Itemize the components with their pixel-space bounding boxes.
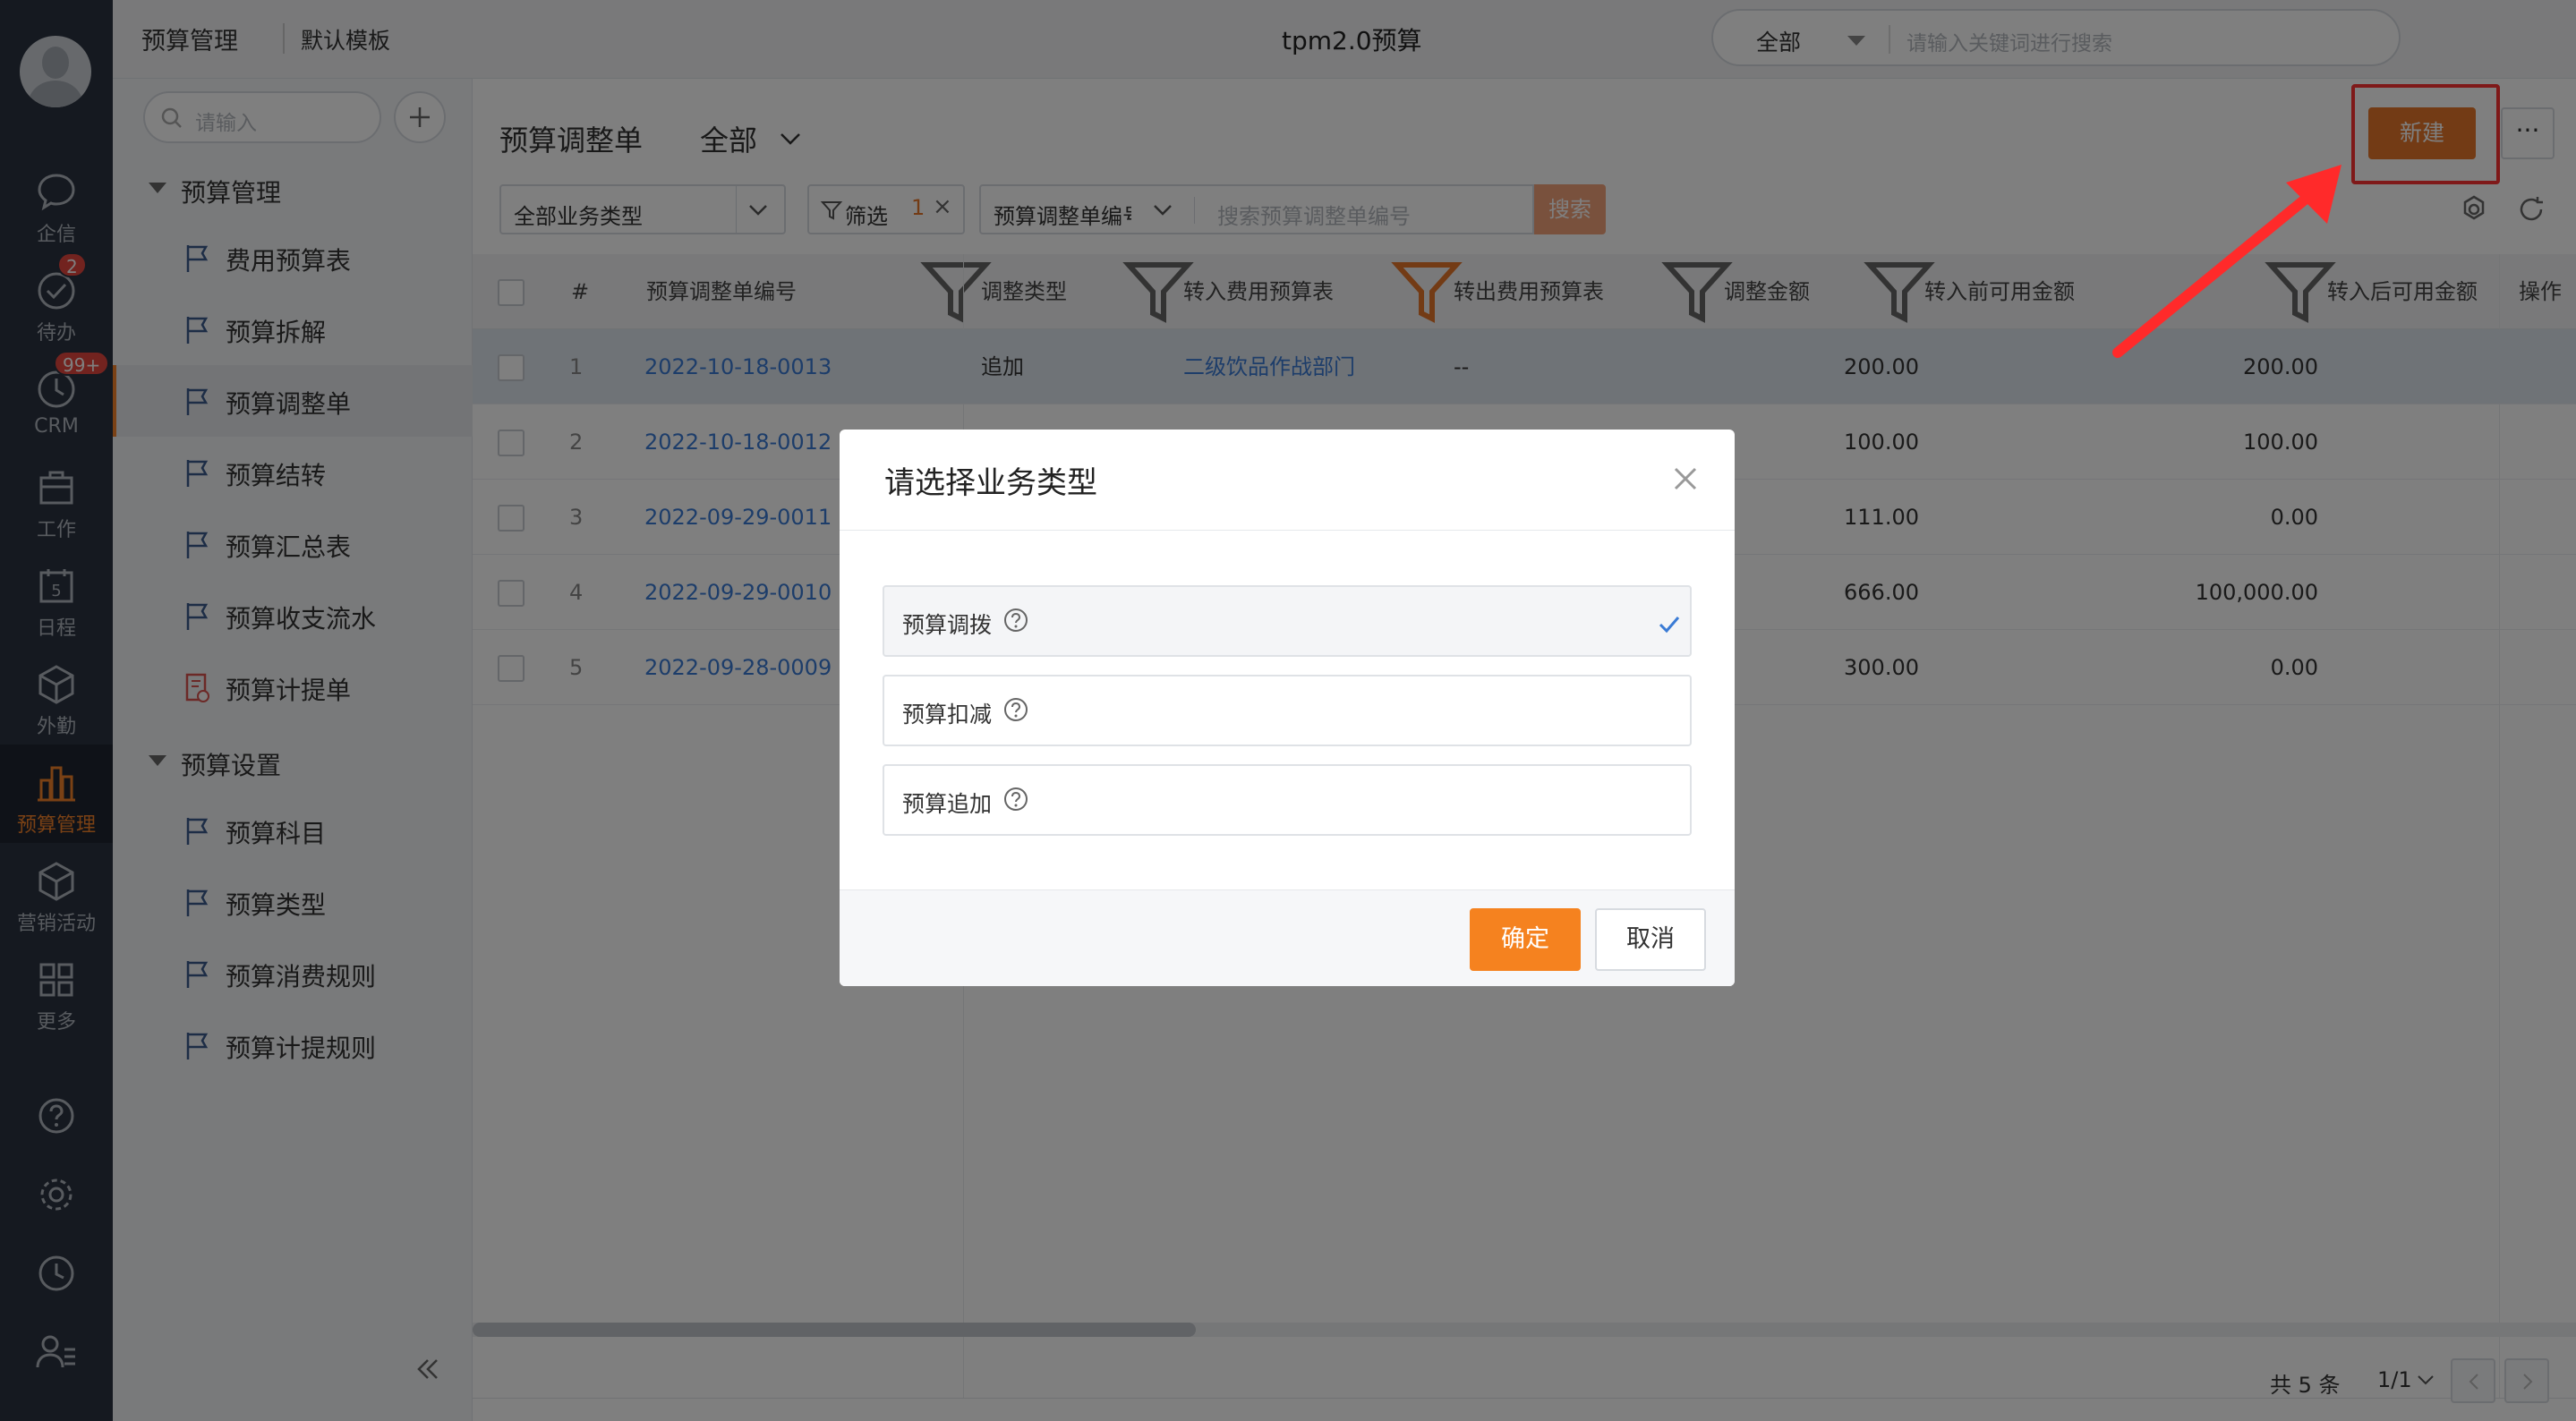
confirm-button[interactable]: 确定 xyxy=(1470,908,1581,971)
option-label: 预算扣减 xyxy=(902,702,993,728)
option-budget-deduction[interactable]: 预算扣减 xyxy=(883,675,1692,746)
dialog-title: 请选择业务类型 xyxy=(884,465,1097,501)
close-icon[interactable] xyxy=(1670,464,1701,494)
divider xyxy=(840,530,1735,531)
dialog-footer: 确定 取消 xyxy=(840,889,1735,986)
option-budget-transfer[interactable]: 预算调拨 xyxy=(883,585,1692,657)
option-budget-addition[interactable]: 预算追加 xyxy=(883,764,1692,836)
annotation-arrow-icon xyxy=(2112,165,2341,358)
check-icon xyxy=(1659,617,1680,634)
cancel-button[interactable]: 取消 xyxy=(1595,908,1706,971)
help-icon[interactable] xyxy=(1002,696,1029,723)
help-icon[interactable] xyxy=(1002,607,1029,634)
help-icon[interactable] xyxy=(1002,786,1029,813)
select-business-type-dialog: 请选择业务类型 预算调拨 预算扣减 预算追加 确定 取消 xyxy=(840,430,1735,986)
option-label: 预算调拨 xyxy=(902,612,993,638)
option-label: 预算追加 xyxy=(902,791,993,817)
